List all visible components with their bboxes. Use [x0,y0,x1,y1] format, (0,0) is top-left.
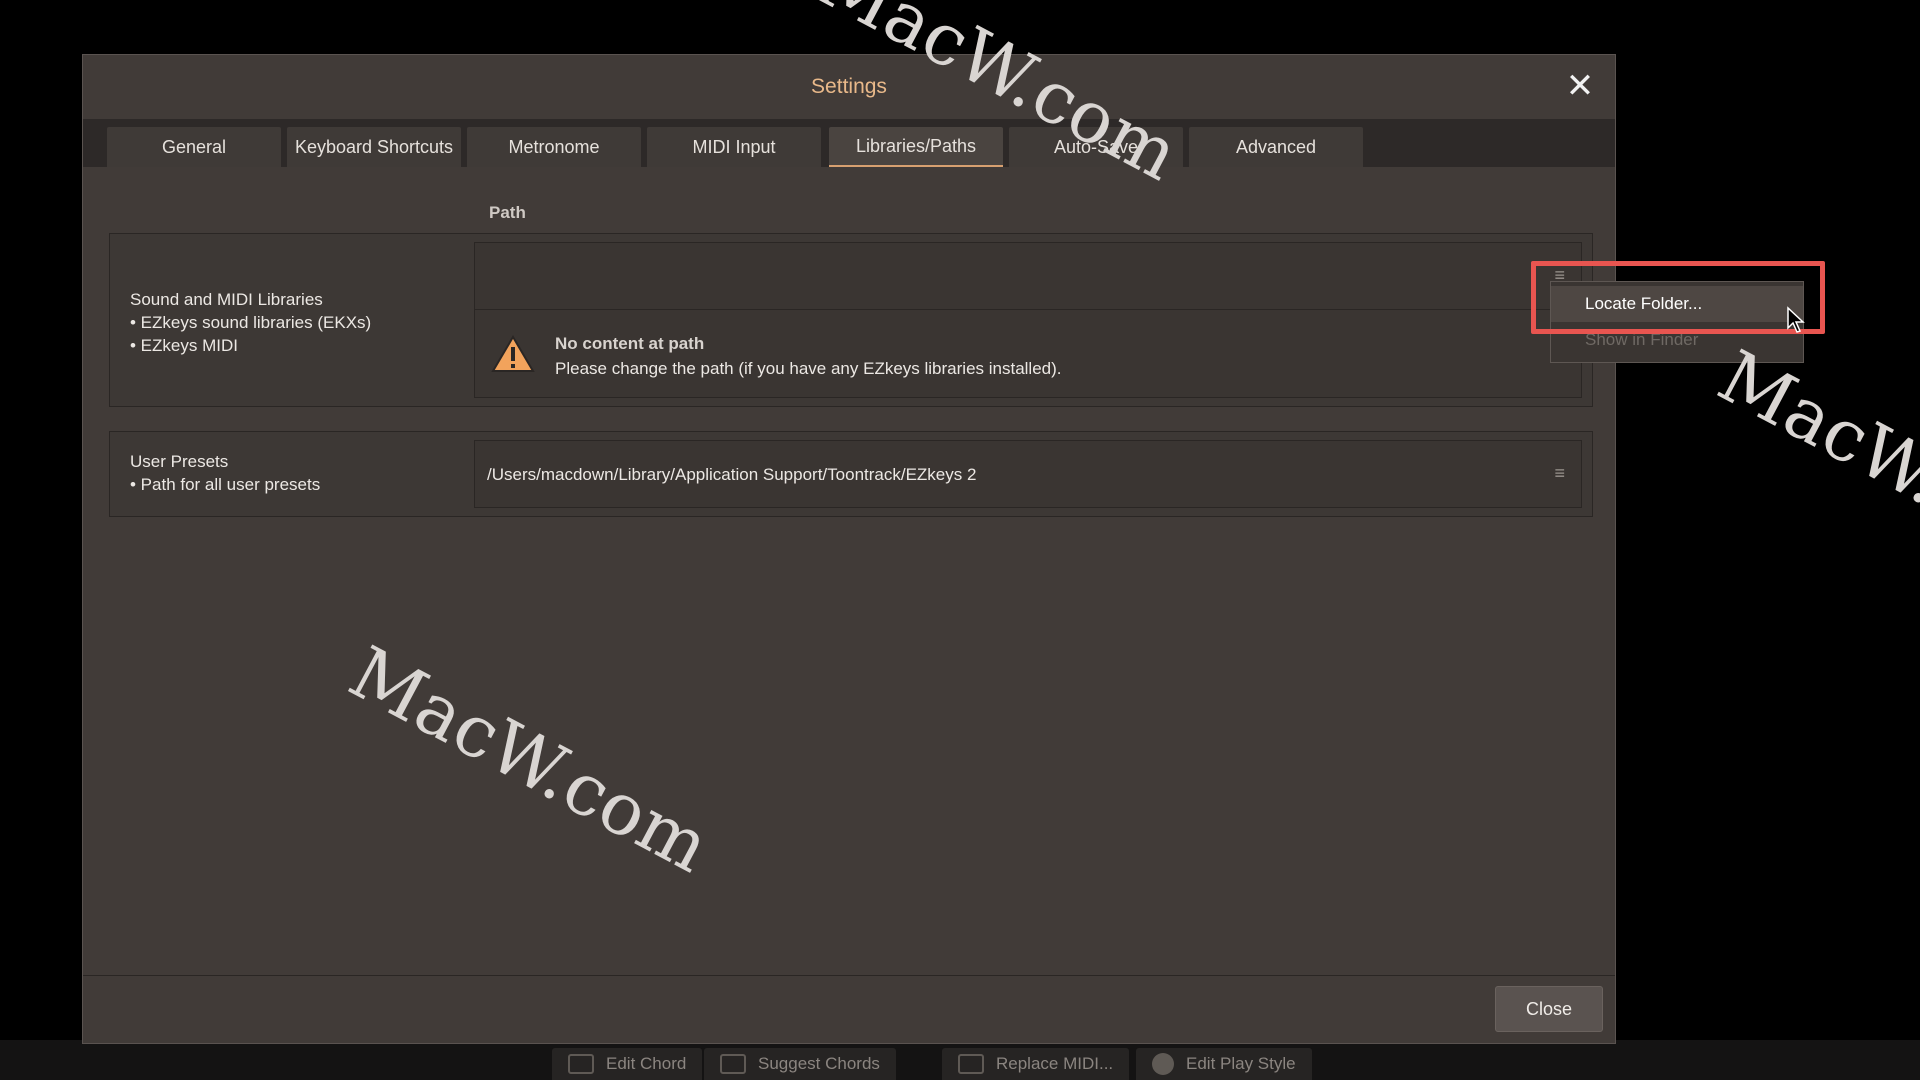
dialog-title: Settings [811,75,887,98]
section-bullet: • EZkeys MIDI [130,336,238,355]
settings-dialog: Settings ✕ General Keyboard Shortcuts Me… [82,54,1616,1044]
edit-chord-button[interactable]: Edit Chord [552,1048,703,1080]
section-bullet: • EZkeys sound libraries (EKXs) [130,313,372,332]
warning-icon [491,335,535,372]
mouse-cursor-icon [1787,306,1805,333]
tab-libraries-paths[interactable]: Libraries/Paths [829,127,1003,167]
close-button[interactable]: Close [1495,986,1603,1032]
user-presets-path-field[interactable]: /Users/macdown/Library/Application Suppo… [474,440,1582,508]
suggest-chords-label: Suggest Chords [758,1054,880,1073]
warning-row: No content at path Please change the pat… [475,309,1581,397]
section-title: User Presets [130,452,229,471]
warning-message: Please change the path (if you have any … [555,359,1062,378]
watermark: MacW.com [1705,334,1920,593]
warning-title: No content at path [555,334,705,353]
midi-icon [958,1054,984,1074]
sound-midi-libraries-section: Sound and MIDI Libraries • EZkeys sound … [109,233,1593,407]
path-value: /Users/macdown/Library/Application Suppo… [487,465,977,484]
replace-midi-button[interactable]: Replace MIDI... [942,1048,1130,1080]
tab-advanced[interactable]: Advanced [1189,127,1363,167]
footer-divider [83,975,1615,976]
tab-keyboard-shortcuts[interactable]: Keyboard Shortcuts [287,127,461,167]
path-column-header: Path [489,203,526,222]
edit-chord-label: Edit Chord [606,1054,687,1073]
dialog-titlebar: Settings ✕ [83,55,1615,119]
tab-metronome[interactable]: Metronome [467,127,641,167]
section-label: Sound and MIDI Libraries • EZkeys sound … [130,288,371,357]
host-toolbar: Edit Chord Suggest Chords Replace MIDI..… [0,1040,1920,1080]
play-style-icon [1152,1053,1174,1075]
replace-midi-label: Replace MIDI... [996,1054,1114,1073]
tab-general[interactable]: General [107,127,281,167]
tab-bar: General Keyboard Shortcuts Metronome MID… [83,119,1615,167]
sound-libraries-path-field[interactable]: ≡ No content at path Please change the p… [474,242,1582,398]
path-context-menu: Locate Folder... Show in Finder [1550,281,1804,363]
locate-folder-menu-item[interactable]: Locate Folder... [1551,286,1803,322]
edit-play-style-button[interactable]: Edit Play Style [1136,1048,1312,1080]
path-menu-icon[interactable]: ≡ [1554,463,1565,484]
dice-icon [720,1054,746,1074]
suggest-chords-button[interactable]: Suggest Chords [704,1048,896,1080]
user-presets-section: User Presets • Path for all user presets… [109,431,1593,517]
chord-icon [568,1054,594,1074]
close-icon[interactable]: ✕ [1565,69,1595,103]
tab-auto-save[interactable]: Auto-Save [1009,127,1183,167]
edit-play-style-label: Edit Play Style [1186,1054,1296,1073]
section-title: Sound and MIDI Libraries [130,290,323,309]
section-label: User Presets • Path for all user presets [130,450,320,496]
tab-midi-input[interactable]: MIDI Input [647,127,821,167]
show-in-finder-menu-item[interactable]: Show in Finder [1551,322,1803,358]
section-bullet: • Path for all user presets [130,475,321,494]
